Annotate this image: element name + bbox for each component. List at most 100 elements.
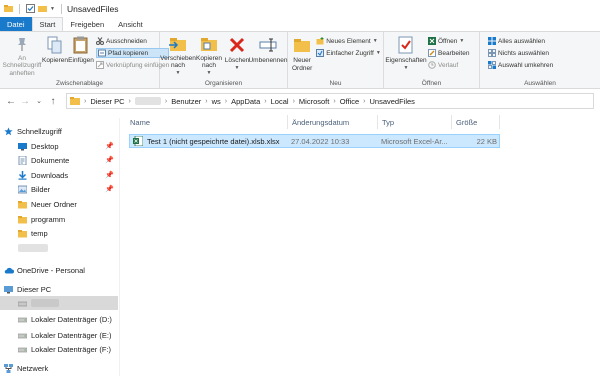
open-small-buttons: Öffnen ▼ Bearbeiten Verlauf [426,34,471,78]
paste-button[interactable]: Einfügen [68,34,94,78]
group-label-select: Auswählen [524,80,556,87]
cut-button[interactable]: Ausschneiden [96,36,169,46]
pin-icon[interactable]: 📌 [105,156,114,164]
delete-x-icon [227,35,247,55]
folder-icon [18,215,27,224]
pin-icon[interactable]: 📌 [105,185,114,193]
chevron-down-icon: ▼ [372,38,378,44]
edit-button[interactable]: Bearbeiten [428,48,469,58]
nav-desktop[interactable]: Desktop 📌 [0,139,118,153]
nav-redacted-item[interactable] [0,241,118,255]
chevron-right-icon: › [84,97,87,105]
nav-downloads[interactable]: Downloads 📌 [0,168,118,182]
nav-quick-access[interactable]: Schnellzugriff [0,124,118,138]
desktop-icon [18,142,27,151]
rename-icon [258,35,278,55]
chevron-right-icon: › [205,97,208,105]
column-header-modified[interactable]: Änderungsdatum [288,115,378,129]
forward-arrow-icon[interactable]: → [18,96,32,107]
new-item-button[interactable]: Neues Element ▼ [316,36,381,46]
breadcrumb-unsavedfiles[interactable]: UnsavedFiles [369,97,414,106]
breadcrumb-office[interactable]: Office [340,97,359,106]
drive-icon [17,315,28,324]
excel-icon [428,37,436,45]
chevron-right-icon: › [363,97,366,105]
redacted-drive [134,97,161,105]
group-new: Neuer Ordner Neues Element ▼ Einfacher Z… [288,32,384,88]
breadcrumb-local[interactable]: Local [271,97,289,106]
nav-programm[interactable]: programm [0,212,118,226]
folder-icon [18,200,27,209]
history-button[interactable]: Verlauf [428,60,469,70]
breadcrumb-this-pc[interactable]: Dieser PC [90,97,124,106]
copy-button[interactable]: Kopieren [42,34,68,78]
column-header-size[interactable]: Größe [452,115,500,129]
pin-icon[interactable]: 📌 [105,142,114,150]
nav-onedrive[interactable]: OneDrive - Personal [0,263,118,277]
easy-access-button[interactable]: Einfacher Zugriff ▼ [316,48,381,58]
pin-quick-access-button[interactable]: An Schnellzugriff anheften [2,34,42,78]
up-arrow-icon[interactable]: ↑ [46,96,60,107]
file-list: Name Änderungsdatum Typ Größe Test 1 (ni… [126,112,600,376]
copy-path-button[interactable]: Pfad kopieren [96,48,170,58]
scissors-icon [96,37,104,45]
navigation-pane: Schnellzugriff Desktop 📌 Dokumente 📌 Dow… [0,118,120,376]
column-header-name[interactable]: Name [126,115,288,129]
star-icon [4,127,13,136]
recent-chevron-icon[interactable]: ⌄ [32,97,46,105]
properties-button[interactable]: Eigenschaften ▼ [385,34,427,78]
nav-temp[interactable]: temp [0,226,118,240]
chevron-right-icon: › [292,97,295,105]
new-folder-button[interactable]: Neuer Ordner [290,34,314,78]
invert-selection-button[interactable]: Auswahl umkehren [488,60,553,70]
chevron-down-icon[interactable]: ▼ [50,6,55,12]
window-title: UnsavedFiles [66,3,119,14]
tab-home[interactable]: Start [31,17,64,31]
nav-drive-e[interactable]: Lokaler Datenträger (E:) [0,328,118,342]
nav-pictures[interactable]: Bilder 📌 [0,182,118,196]
rename-button[interactable]: Umbenennen [248,34,288,78]
file-size: 22 KB [476,136,497,146]
separator [60,3,62,14]
checkbox-icon[interactable] [26,4,35,13]
breadcrumb-microsoft[interactable]: Microsoft [299,97,329,106]
table-row[interactable]: Test 1 (nicht gespeichrte datei).xlsb.xl… [129,134,500,148]
nav-drive-d[interactable]: Lokaler Datenträger (D:) [0,312,118,326]
breadcrumb-ws[interactable]: ws [212,97,221,106]
address-bar[interactable]: › Dieser PC › › Benutzer › ws › AppData … [66,93,594,109]
nav-drive-f[interactable]: Lokaler Datenträger (F:) [0,342,118,356]
open-button[interactable]: Öffnen ▼ [428,36,469,46]
tab-file[interactable]: Datei [0,17,32,31]
breadcrumb-users[interactable]: Benutzer [171,97,201,106]
back-arrow-icon[interactable]: ← [4,96,18,107]
select-none-button[interactable]: Nichts auswählen [488,48,553,58]
pin-icon[interactable]: 📌 [105,171,114,179]
move-to-button[interactable]: Verschieben nach ▼ [160,34,196,78]
chevron-down-icon: ▼ [403,64,409,71]
navigation-bar: ← → ⌄ ↑ › Dieser PC › › Benutzer › ws › … [0,90,600,112]
tab-view[interactable]: Ansicht [111,17,150,31]
chevron-right-icon: › [128,97,131,105]
column-header-type[interactable]: Typ [378,115,452,129]
cloud-icon [4,266,14,275]
nav-this-pc[interactable]: Dieser PC [0,282,118,296]
ribbon-tabs: Datei Start Freigeben Ansicht [0,17,600,31]
group-organize: Verschieben nach ▼ Kopieren nach ▼ Lösch… [160,32,288,88]
select-all-button[interactable]: Alles auswählen [488,36,553,46]
separator [19,3,20,14]
nav-redacted-drive[interactable] [0,296,118,310]
redacted-label [18,244,48,252]
nav-new-folder[interactable]: Neuer Ordner [0,197,118,211]
group-label-new: Neu [329,80,342,87]
folder-small-icon[interactable] [38,4,47,13]
quick-access-toolbar: ▼ [0,3,65,14]
paste-shortcut-button[interactable]: Verknüpfung einfügen [96,60,169,70]
breadcrumb-appdata[interactable]: AppData [231,97,260,106]
tab-share[interactable]: Freigeben [63,17,111,31]
invert-selection-icon [488,61,496,69]
nav-network[interactable]: Netzwerk [0,361,118,375]
copy-to-button[interactable]: Kopieren nach ▼ [194,34,224,78]
group-select: Alles auswählen Nichts auswählen Auswahl… [480,32,600,88]
nav-documents[interactable]: Dokumente 📌 [0,153,118,167]
delete-button[interactable]: Löschen ▼ [224,34,250,78]
